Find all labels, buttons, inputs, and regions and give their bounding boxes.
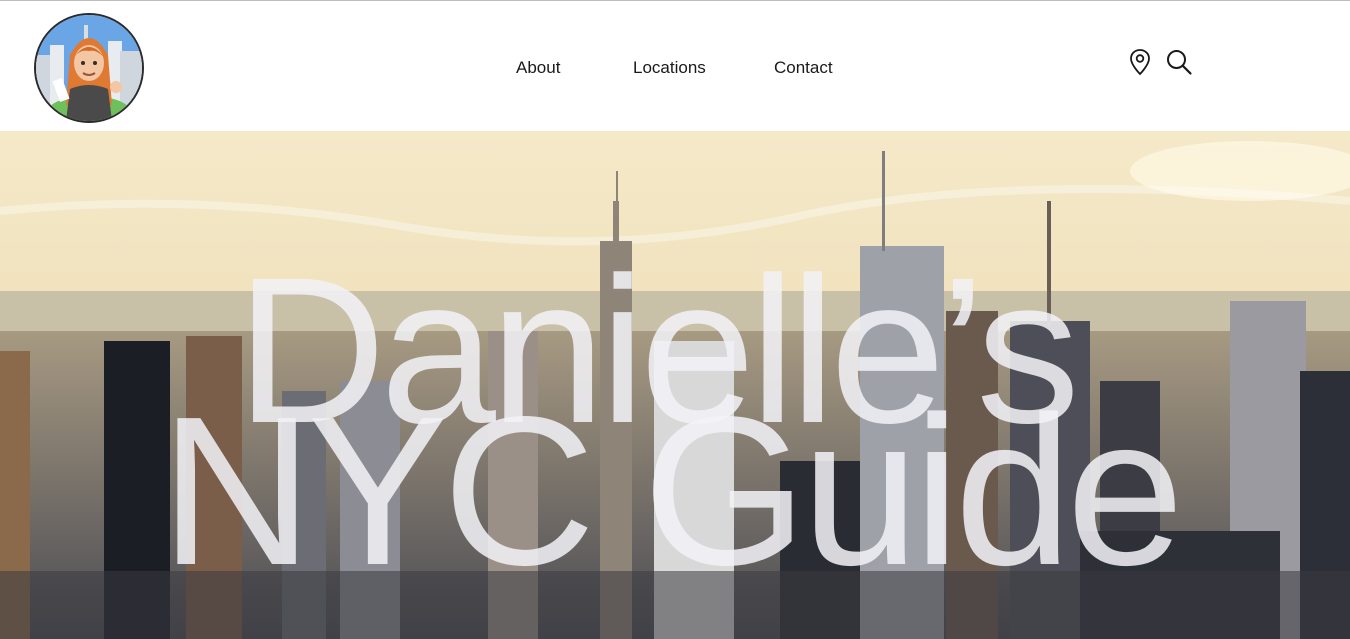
hero-banner: Danielle’s NYC Guide — [0, 131, 1350, 639]
search-icon[interactable] — [1164, 47, 1192, 77]
site-header: About Locations Contact — [0, 0, 1350, 131]
location-pin-icon[interactable] — [1127, 47, 1155, 77]
nyc-skyline-image — [0, 131, 1350, 639]
nav-locations-link[interactable]: Locations — [633, 57, 706, 79]
nav-about-link[interactable]: About — [516, 57, 560, 79]
nav-contact-link[interactable]: Contact — [774, 57, 833, 79]
